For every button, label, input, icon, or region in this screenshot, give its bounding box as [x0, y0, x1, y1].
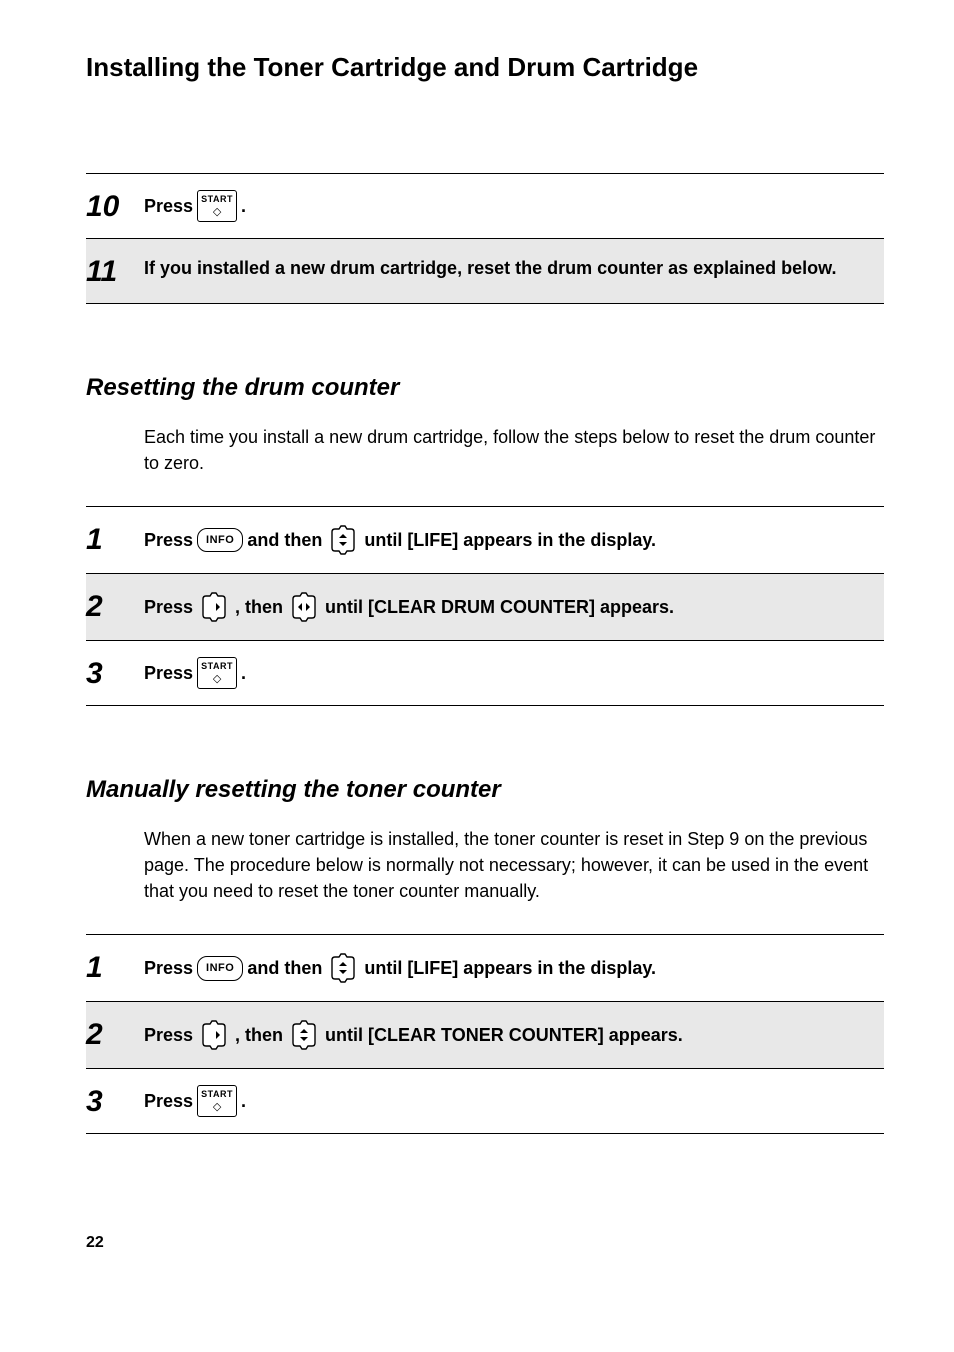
info-button-icon: INFO	[197, 956, 243, 981]
step-content: Press INFO and then until [LIFE] appears…	[144, 523, 874, 557]
start-button-icon: START◇	[197, 657, 237, 689]
step-number: 2	[86, 590, 144, 622]
step-text-fragment: .	[241, 660, 246, 687]
step-text-fragment: Press	[144, 527, 193, 554]
step-text-fragment: Press	[144, 1022, 193, 1049]
step-number: 1	[86, 523, 144, 555]
section-body: Each time you install a new drum cartrid…	[144, 424, 884, 476]
step-text-fragment: , then	[235, 594, 283, 621]
step-row: 1Press INFO and then until [LIFE] appear…	[86, 934, 884, 1001]
step-text-fragment: If you installed a new drum cartridge, r…	[144, 255, 837, 282]
step-content: Press , then until [CLEAR DRUM COUNTER] …	[144, 590, 874, 624]
step-text-fragment: .	[241, 1088, 246, 1115]
step-text-fragment: Press	[144, 594, 193, 621]
step-number: 3	[86, 657, 144, 689]
step-content: Press INFO and then until [LIFE] appears…	[144, 951, 874, 985]
nav-button-icon	[326, 951, 360, 985]
page-number: 22	[86, 1234, 884, 1252]
section-heading: Manually resetting the toner counter	[86, 776, 884, 804]
step-text-fragment: until [CLEAR TONER COUNTER] appears.	[325, 1022, 683, 1049]
step-text-fragment: Press	[144, 660, 193, 687]
section-heading: Resetting the drum counter	[86, 374, 884, 402]
step-number: 1	[86, 951, 144, 983]
step-row: 3Press START◇.	[86, 1068, 884, 1134]
step-row: 11If you installed a new drum cartridge,…	[86, 238, 884, 304]
step-text-fragment: and then	[247, 955, 322, 982]
step-text-fragment: until [CLEAR DRUM COUNTER] appears.	[325, 594, 674, 621]
step-row: 2Press , then until [CLEAR DRUM COUNTER]…	[86, 573, 884, 640]
page-title: Installing the Toner Cartridge and Drum …	[86, 52, 884, 83]
step-text-fragment: Press	[144, 193, 193, 220]
nav-button-icon	[326, 523, 360, 557]
nav-button-icon	[197, 1018, 231, 1052]
step-number: 3	[86, 1085, 144, 1117]
step-text-fragment: Press	[144, 955, 193, 982]
step-row: 3Press START◇.	[86, 640, 884, 706]
step-text-fragment: Press	[144, 1088, 193, 1115]
step-content: Press , then until [CLEAR TONER COUNTER]…	[144, 1018, 874, 1052]
step-text-fragment: until [LIFE] appears in the display.	[364, 527, 656, 554]
step-number: 11	[86, 255, 144, 287]
start-button-icon: START◇	[197, 190, 237, 222]
step-row: 10Press START◇.	[86, 173, 884, 238]
nav-button-icon	[287, 590, 321, 624]
step-row: 1Press INFO and then until [LIFE] appear…	[86, 506, 884, 573]
nav-button-icon	[287, 1018, 321, 1052]
step-text-fragment: until [LIFE] appears in the display.	[364, 955, 656, 982]
step-content: Press START◇.	[144, 657, 874, 689]
step-text-fragment: , then	[235, 1022, 283, 1049]
step-number: 2	[86, 1018, 144, 1050]
nav-button-icon	[197, 590, 231, 624]
step-content: Press START◇.	[144, 190, 874, 222]
step-text-fragment: and then	[247, 527, 322, 554]
step-text-fragment: .	[241, 193, 246, 220]
section-body: When a new toner cartridge is installed,…	[144, 826, 884, 904]
step-content: If you installed a new drum cartridge, r…	[144, 255, 874, 282]
step-number: 10	[86, 190, 144, 222]
step-content: Press START◇.	[144, 1085, 874, 1117]
start-button-icon: START◇	[197, 1085, 237, 1117]
info-button-icon: INFO	[197, 528, 243, 553]
step-row: 2Press , then until [CLEAR TONER COUNTER…	[86, 1001, 884, 1068]
